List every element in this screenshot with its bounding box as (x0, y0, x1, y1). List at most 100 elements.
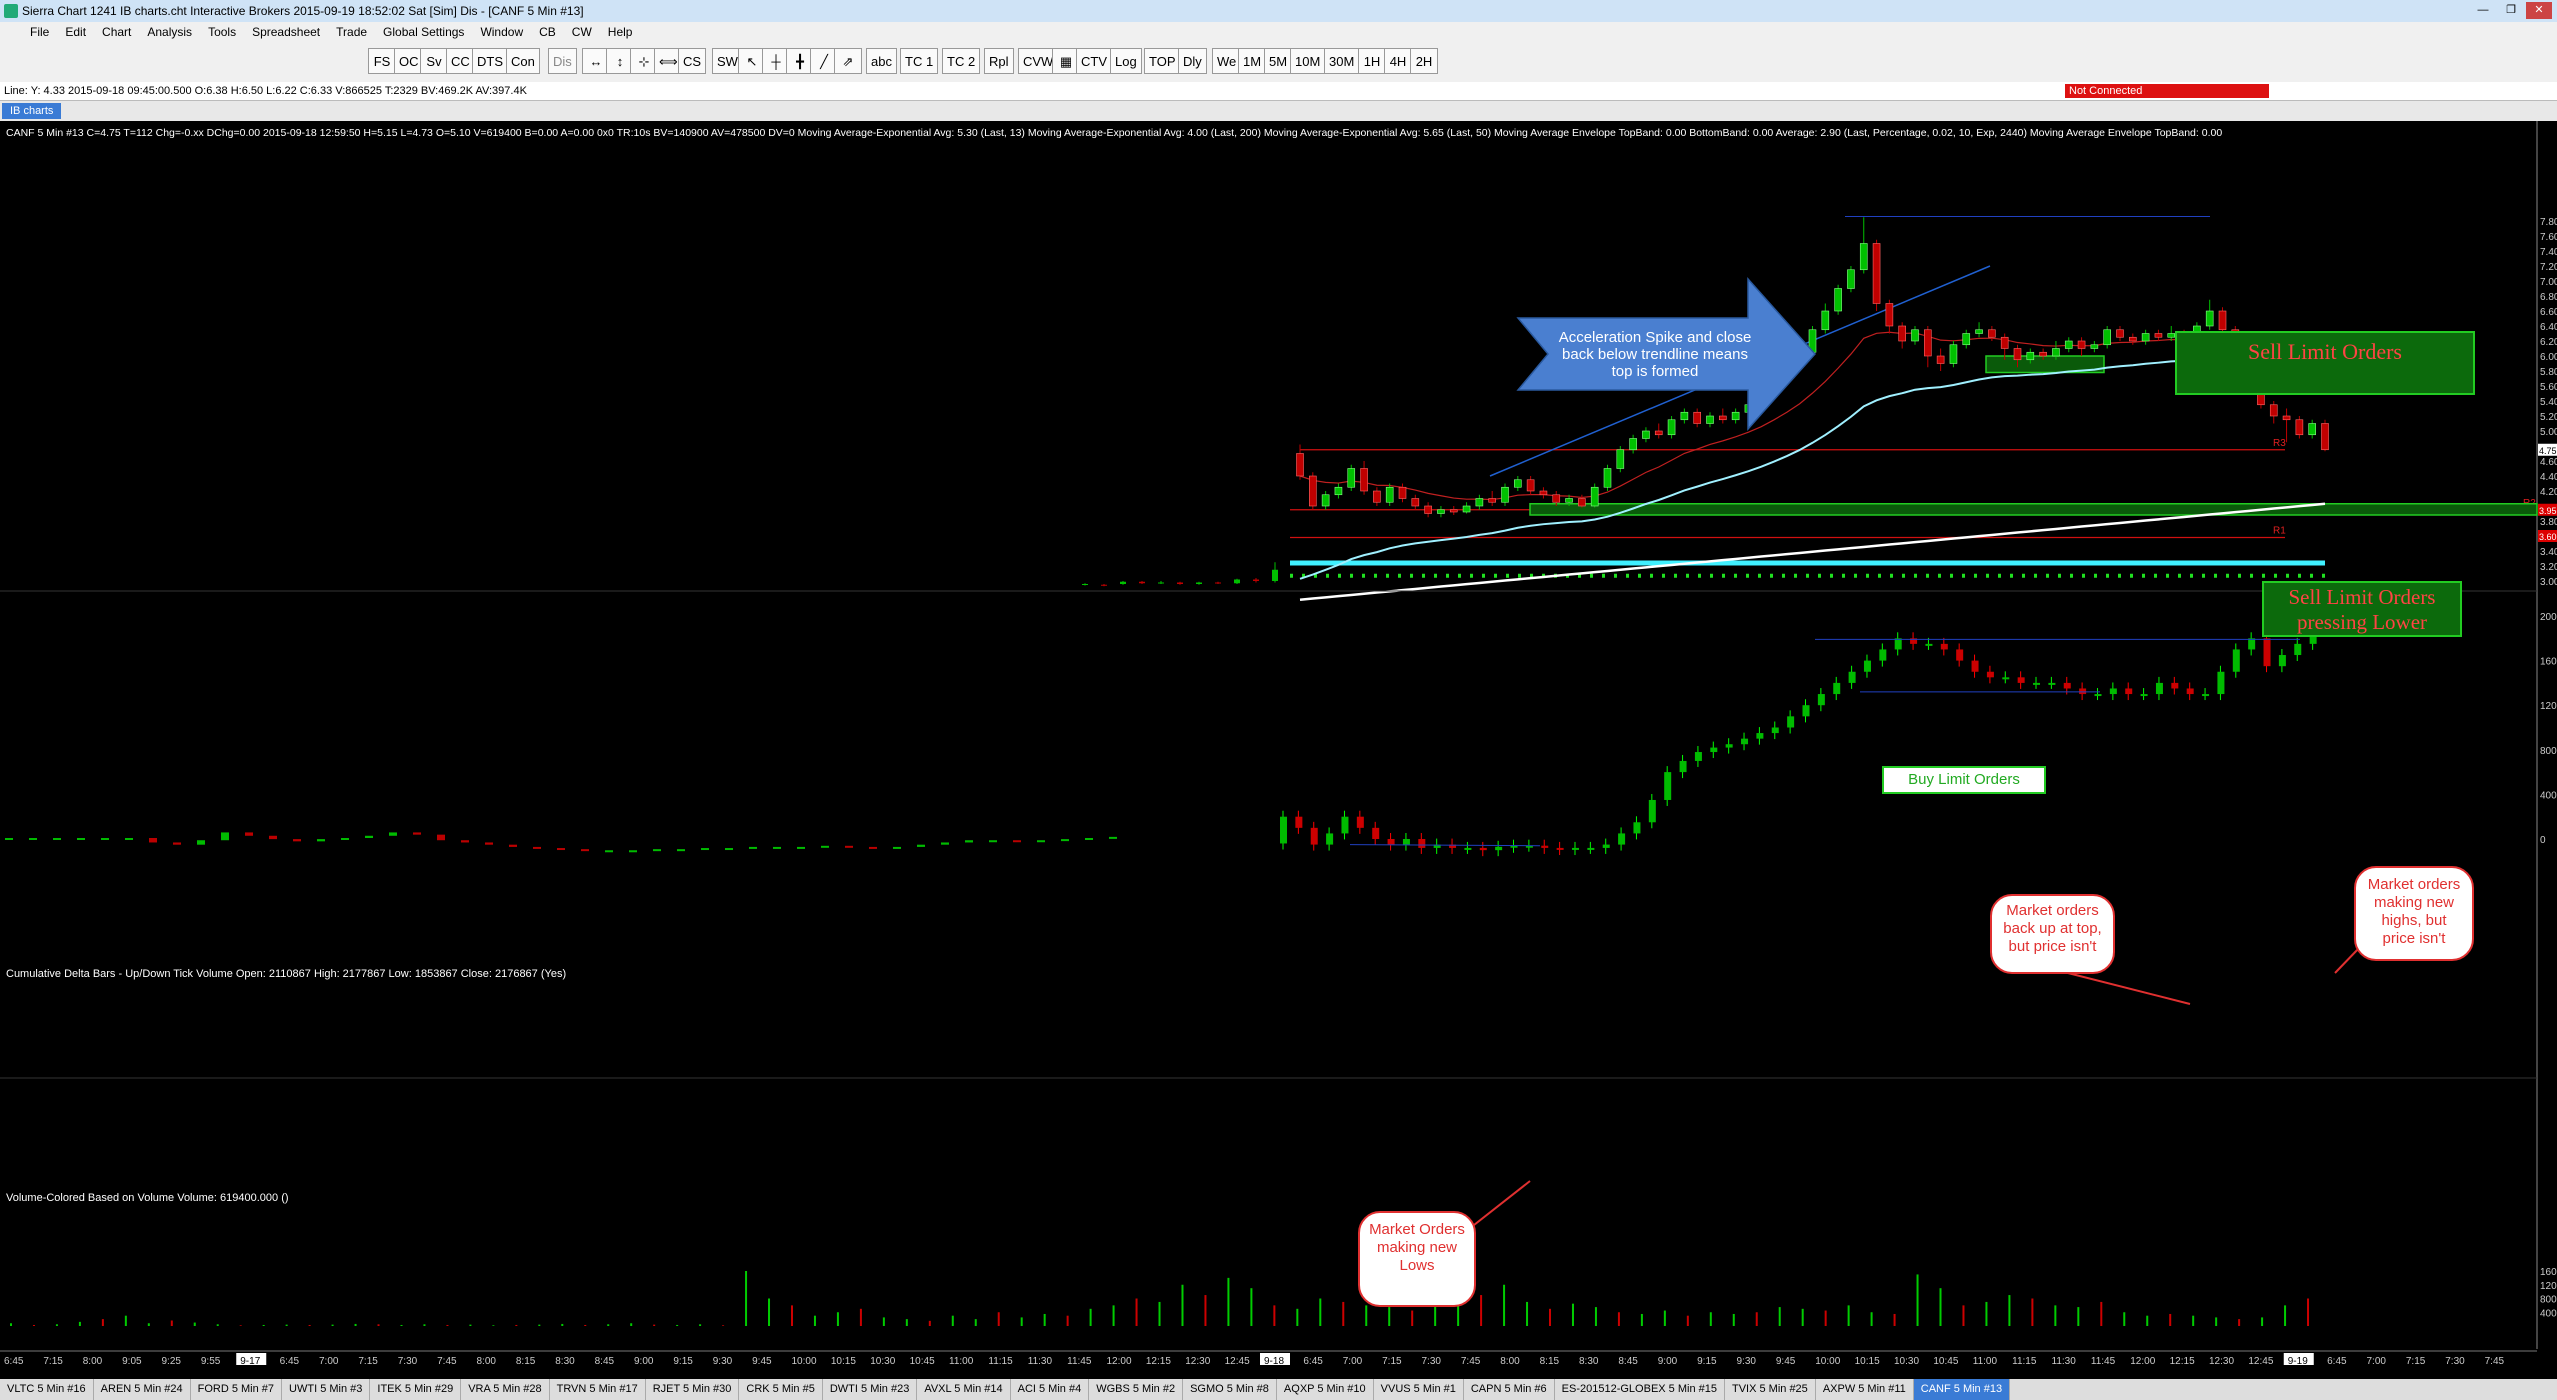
toolbar-button[interactable]: Dly (1178, 48, 1207, 74)
symbol-tab[interactable]: CAPN 5 Min #6 (1464, 1379, 1555, 1400)
symbol-tab[interactable]: AQXP 5 Min #10 (1277, 1379, 1374, 1400)
symbol-tab[interactable]: WGBS 5 Min #2 (1089, 1379, 1184, 1400)
volume-bar (1916, 1274, 1919, 1326)
candle-body (1158, 582, 1164, 584)
symbol-tab[interactable]: CRK 5 Min #5 (739, 1379, 823, 1400)
symbol-tab[interactable]: AVXL 5 Min #14 (917, 1379, 1011, 1400)
time-tick: 9:30 (1737, 1356, 1757, 1367)
volume-bar (1617, 1312, 1620, 1326)
menu-help[interactable]: Help (608, 25, 633, 39)
toolbar-button[interactable]: 10M (1290, 48, 1326, 74)
toolbar-button[interactable]: 1H (1358, 48, 1386, 74)
time-tick: 10:15 (1855, 1356, 1880, 1367)
toolbar-button[interactable]: Log (1110, 48, 1142, 74)
delta-bar (1037, 840, 1045, 843)
candle-body (2282, 415, 2291, 421)
symbol-tab[interactable]: AREN 5 Min #24 (94, 1379, 191, 1400)
toolbar-button[interactable]: DTS (472, 48, 508, 74)
toolbar-button[interactable]: Sv (420, 48, 448, 74)
menu-trade[interactable]: Trade (336, 25, 367, 39)
minimize-button[interactable]: — (2470, 2, 2496, 19)
toolbar-button[interactable]: Rpl (984, 48, 1014, 74)
symbol-tab[interactable]: DWTI 5 Min #23 (823, 1379, 918, 1400)
time-tick: 11:30 (1028, 1356, 1053, 1367)
menu-analysis[interactable]: Analysis (147, 25, 192, 39)
candle-body (1552, 494, 1561, 503)
delta-bar (1541, 845, 1549, 848)
toolbar-button[interactable]: We (1212, 48, 1242, 74)
candle-body (1859, 243, 1868, 271)
volume-bar (2123, 1312, 2126, 1326)
delta-bar (1479, 847, 1487, 851)
menu-edit[interactable]: Edit (65, 25, 86, 39)
volume-bar (1273, 1305, 1276, 1326)
delta-bar (1372, 827, 1380, 839)
symbol-tab[interactable]: SGMO 5 Min #8 (1183, 1379, 1277, 1400)
toolbar-button[interactable]: 1M (1238, 48, 1267, 74)
delta-bar (269, 835, 277, 840)
close-button[interactable]: ✕ (2526, 2, 2552, 19)
menu-global-settings[interactable]: Global Settings (383, 25, 464, 39)
toolbar-button[interactable]: 2H (1410, 48, 1438, 74)
price-tick: 5.00 (2540, 427, 2557, 438)
toolbar-button[interactable]: abc (866, 48, 897, 74)
tab-ib-charts[interactable]: IB charts (2, 103, 62, 119)
menu-cw[interactable]: CW (572, 25, 592, 39)
price-tick: 7.20 (2540, 262, 2557, 273)
menu-chart[interactable]: Chart (102, 25, 131, 39)
menu-spreadsheet[interactable]: Spreadsheet (252, 25, 320, 39)
delta-bar (557, 848, 565, 851)
time-tick: 12:45 (1225, 1356, 1250, 1367)
toolbar-button[interactable]: ⇗ (834, 48, 862, 74)
chart-area[interactable]: 7.80 7.60 7.40 7.20 7.00 6.80 6.60 6.40 6.20 6.00… (0, 121, 2557, 1379)
candle-body (1719, 415, 1727, 421)
candle-body (2205, 310, 2214, 327)
delta-bar (2155, 682, 2163, 695)
candle-body (2218, 310, 2227, 331)
candle-body (1706, 415, 1714, 424)
symbol-tab[interactable]: AXPW 5 Min #11 (1816, 1379, 1914, 1400)
symbol-tab[interactable]: FORD 5 Min #7 (191, 1379, 283, 1400)
volume-bar (997, 1312, 1000, 1326)
time-tick: 8:00 (1500, 1356, 1520, 1367)
menu-tools[interactable]: Tools (208, 25, 236, 39)
symbol-tab[interactable]: ACI 5 Min #4 (1011, 1379, 1090, 1400)
volume-bar (124, 1315, 127, 1326)
symbol-tab[interactable]: TRVN 5 Min #17 (550, 1379, 646, 1400)
symbol-tab[interactable]: CANF 5 Min #13 (1913, 1379, 2011, 1400)
toolbar-button[interactable]: CS (678, 48, 707, 74)
symbol-tab[interactable]: ES-201512-GLOBEX 5 Min #15 (1555, 1379, 1725, 1400)
toolbar-button[interactable]: Con (506, 48, 540, 74)
toolbar-button[interactable]: Dis (548, 48, 577, 74)
toolbar-button[interactable]: FS (368, 48, 396, 74)
chart-canvas[interactable]: 7.80 7.60 7.40 7.20 7.00 6.80 6.60 6.40 6.20 6.00… (0, 121, 2557, 1379)
symbol-tab[interactable]: VRA 5 Min #28 (461, 1379, 550, 1400)
toolbar-button[interactable]: TC 2 (942, 48, 981, 74)
menu-file[interactable]: File (30, 25, 49, 39)
toolbar-button[interactable]: TOP (1144, 48, 1181, 74)
delta-bar (365, 835, 373, 838)
toolbar-button[interactable]: 4H (1384, 48, 1412, 74)
maximize-button[interactable]: ❐ (2498, 2, 2524, 19)
candle-body (1424, 505, 1432, 514)
symbol-tab[interactable]: UWTI 5 Min #3 (282, 1379, 371, 1400)
symbol-tab[interactable]: VLTC 5 Min #16 (0, 1379, 94, 1400)
menu-cb[interactable]: CB (539, 25, 556, 39)
symbol-tab[interactable]: RJET 5 Min #30 (646, 1379, 740, 1400)
symbol-tab[interactable]: TVIX 5 Min #25 (1725, 1379, 1816, 1400)
volume-bar (584, 1324, 587, 1326)
toolbar-button[interactable]: CC (446, 48, 475, 74)
toolbar-button[interactable]: TC 1 (900, 48, 939, 74)
delta-bar (1418, 839, 1426, 848)
volume-bar (423, 1324, 426, 1326)
toolbar-button[interactable]: 5M (1264, 48, 1293, 74)
delta-bar (29, 838, 37, 840)
toolbar-button[interactable]: CTV (1076, 48, 1112, 74)
volume-study-label: Volume-Colored Based on Volume Volume: 6… (6, 1192, 289, 1204)
toolbar-button[interactable]: 30M (1324, 48, 1360, 74)
symbol-tab[interactable]: VVUS 5 Min #1 (1374, 1379, 1464, 1400)
symbol-tab[interactable]: ITEK 5 Min #29 (370, 1379, 462, 1400)
menu-window[interactable]: Window (480, 25, 523, 39)
delta-bar (1894, 638, 1902, 650)
delta-bar (1679, 760, 1687, 773)
